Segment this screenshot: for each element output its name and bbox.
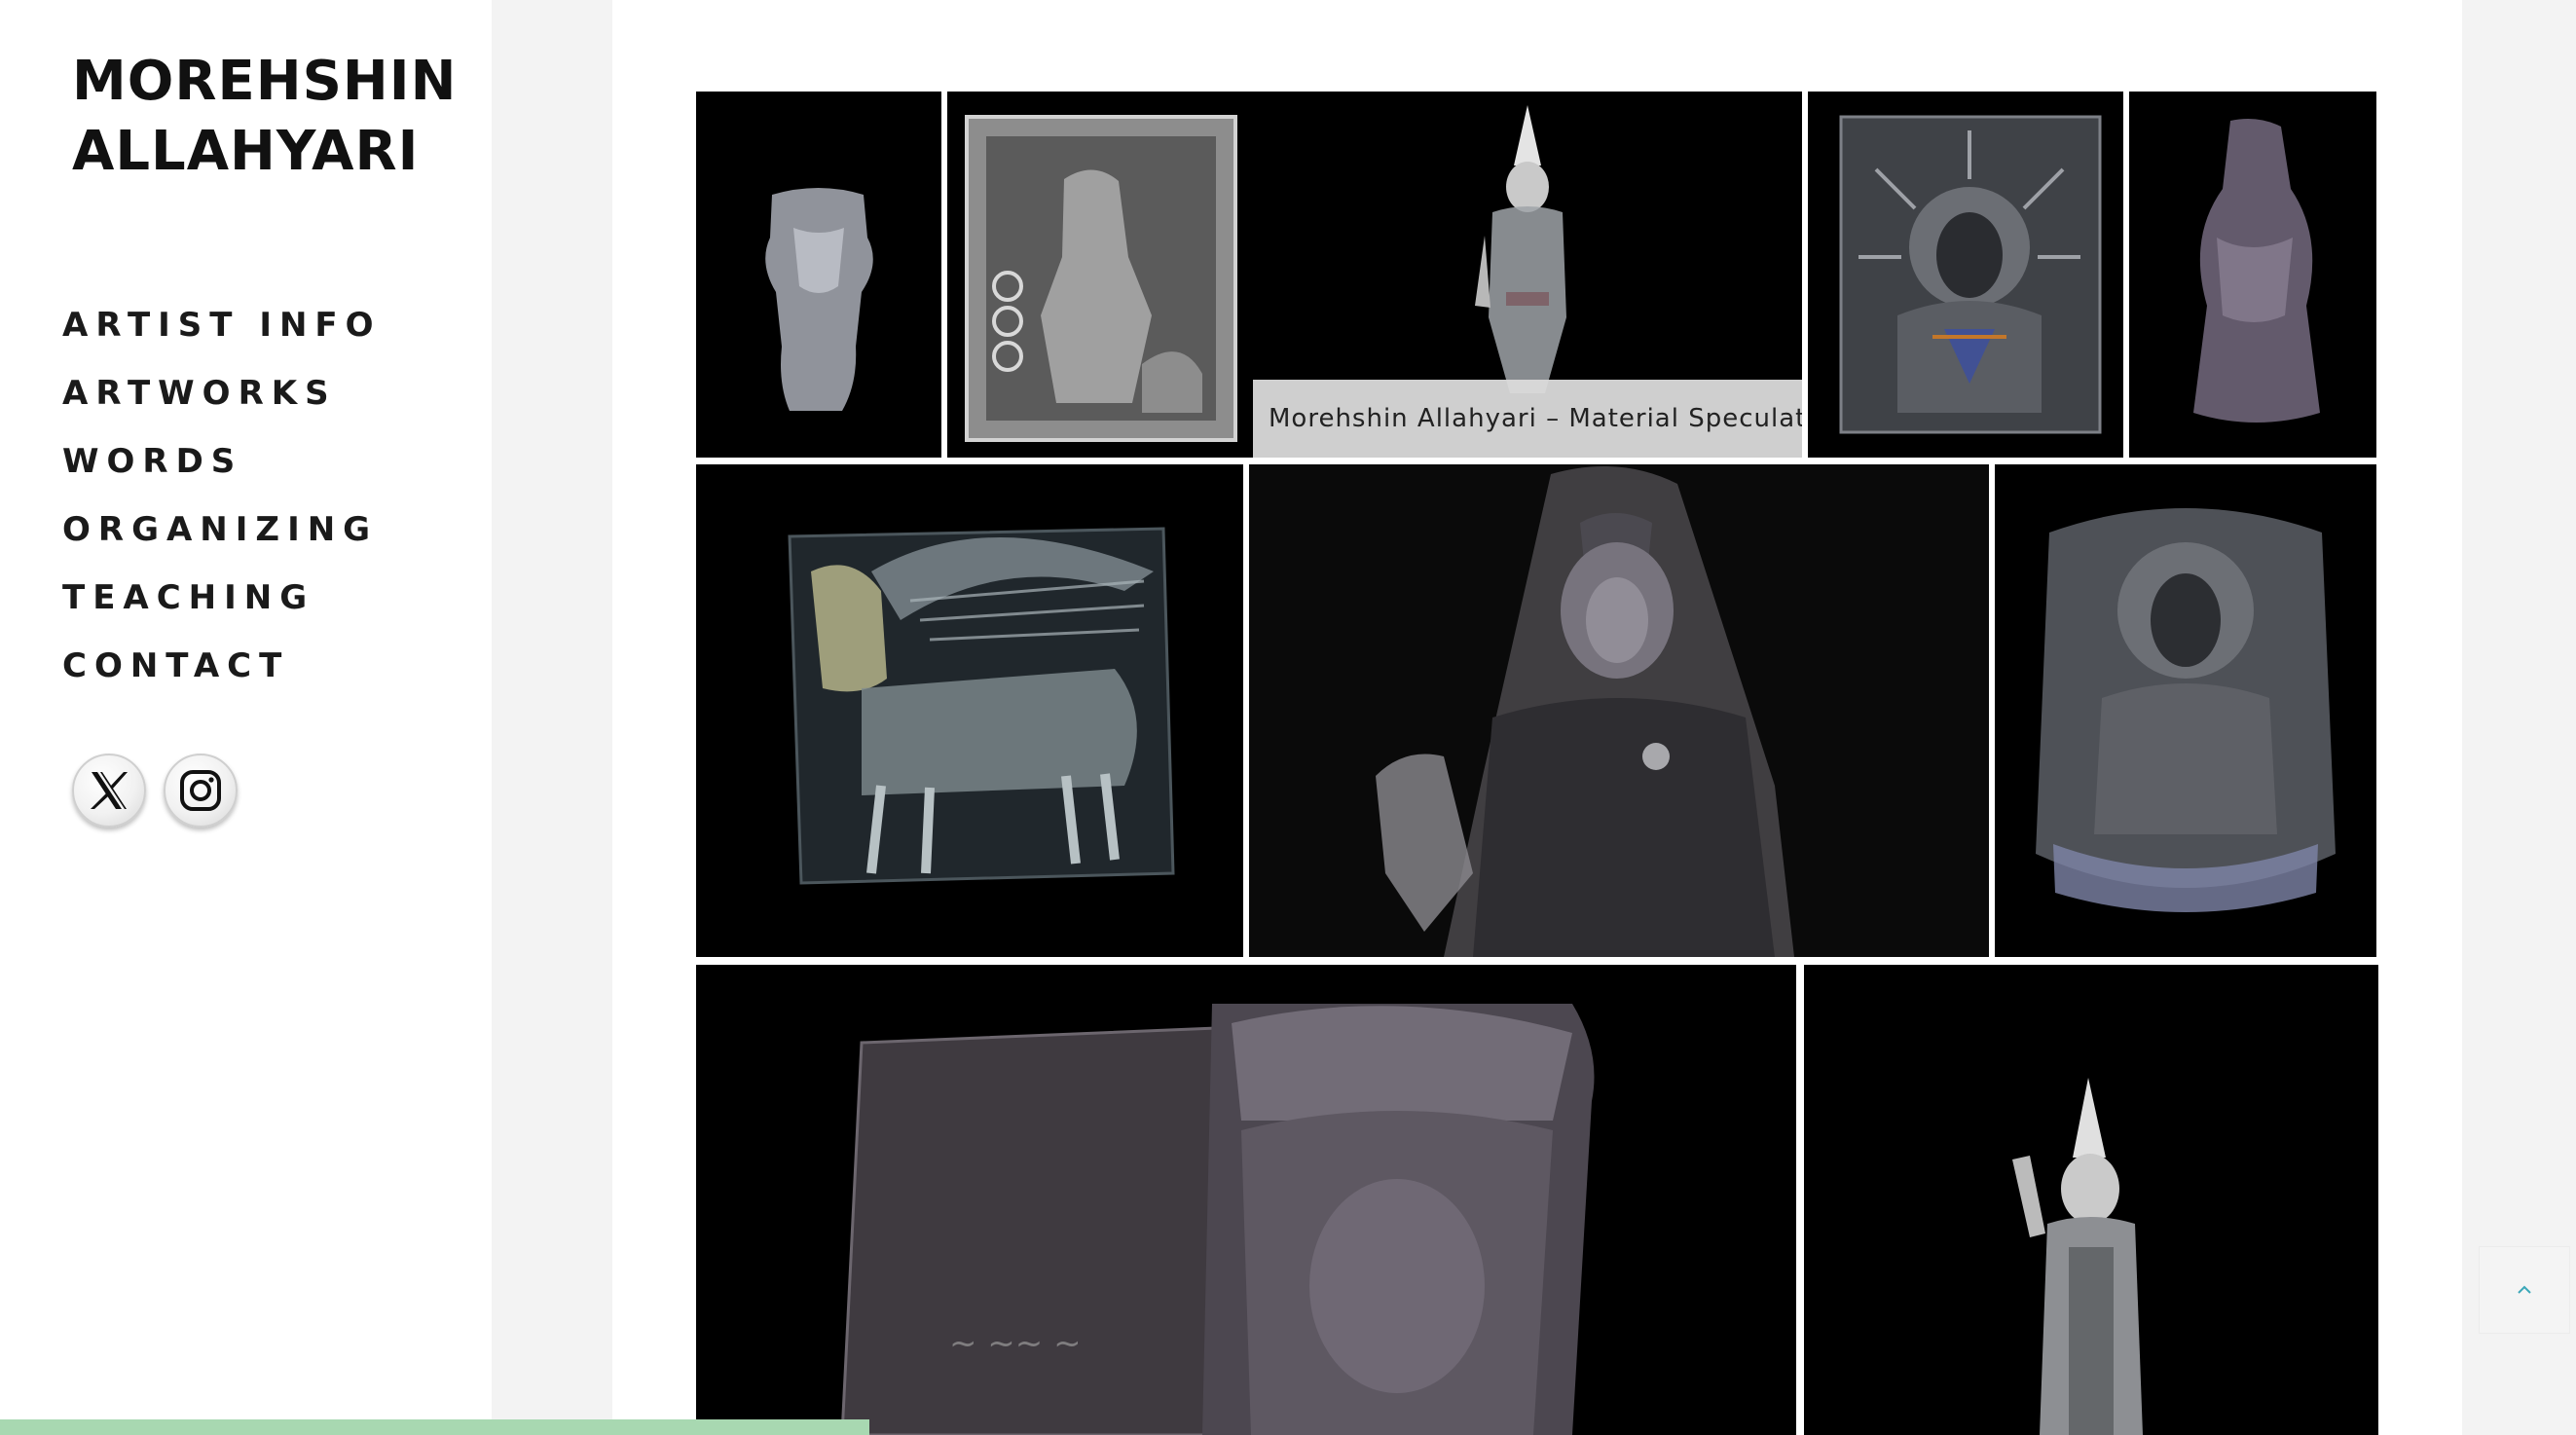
chevron-up-icon bbox=[2518, 1285, 2531, 1294]
image-caption-overlay: Morehshin Allahyari – Material Speculati… bbox=[1253, 380, 1802, 458]
artwork-image: ~ ~~ ~ bbox=[696, 965, 1796, 1435]
nav-item-artworks[interactable]: ARTWORKS bbox=[62, 366, 382, 434]
site-title-line1: MOREHSHIN bbox=[72, 50, 458, 113]
scroll-to-top-button[interactable] bbox=[2479, 1246, 2570, 1334]
gallery-item-draped-figure[interactable] bbox=[2129, 92, 2376, 458]
gallery-item-torso[interactable] bbox=[696, 92, 941, 458]
x-twitter-icon bbox=[91, 772, 128, 809]
artwork-image bbox=[1804, 965, 2378, 1435]
artwork-image bbox=[2129, 92, 2376, 458]
artwork-image bbox=[1249, 464, 1989, 957]
gallery-item-sun-face-relief[interactable] bbox=[1808, 92, 2123, 458]
gallery-item-relief-panel[interactable] bbox=[947, 92, 1253, 458]
gallery-item-figure-with-cone-hat[interactable]: Morehshin Allahyari – Material Speculati… bbox=[1253, 92, 1802, 458]
nav-item-contact[interactable]: CONTACT bbox=[62, 639, 382, 707]
social-links bbox=[72, 754, 238, 828]
gallery-item-sun-face-bust[interactable] bbox=[1995, 464, 2376, 957]
gallery-item-standing-king[interactable] bbox=[1804, 965, 2378, 1435]
artwork-image bbox=[696, 464, 1243, 957]
instagram-icon bbox=[180, 770, 221, 811]
artwork-image bbox=[696, 92, 941, 458]
nav-item-artist-info[interactable]: ARTIST INFO bbox=[62, 298, 382, 366]
instagram-button[interactable] bbox=[164, 754, 238, 828]
artwork-image bbox=[947, 92, 1253, 458]
artwork-image bbox=[1808, 92, 2123, 458]
gallery-item-assyrian-head-relief[interactable]: ~ ~~ ~ bbox=[696, 965, 1796, 1435]
nav-item-organizing[interactable]: ORGANIZING bbox=[62, 502, 382, 570]
nav-item-teaching[interactable]: TEACHING bbox=[62, 570, 382, 639]
gallery-item-winged-bull[interactable] bbox=[696, 464, 1243, 957]
site-title-line2: ALLAHYARI bbox=[72, 120, 420, 183]
artwork-image bbox=[1995, 464, 2376, 957]
cookie-notice-bar bbox=[0, 1419, 869, 1435]
gallery-item-veiled-figure[interactable] bbox=[1249, 464, 1989, 957]
site-title[interactable]: MOREHSHIN ALLAHYARI bbox=[72, 47, 457, 187]
nav-item-words[interactable]: WORDS bbox=[62, 434, 382, 502]
sidebar: MOREHSHIN ALLAHYARI ARTIST INFO ARTWORKS… bbox=[0, 0, 492, 1435]
main-nav: ARTIST INFO ARTWORKS WORDS ORGANIZING TE… bbox=[62, 298, 382, 707]
x-twitter-button[interactable] bbox=[72, 754, 146, 828]
svg-text:~ ~~ ~: ~ ~~ ~ bbox=[949, 1324, 1082, 1363]
content-area: Morehshin Allahyari – Material Speculati… bbox=[612, 0, 2462, 1435]
